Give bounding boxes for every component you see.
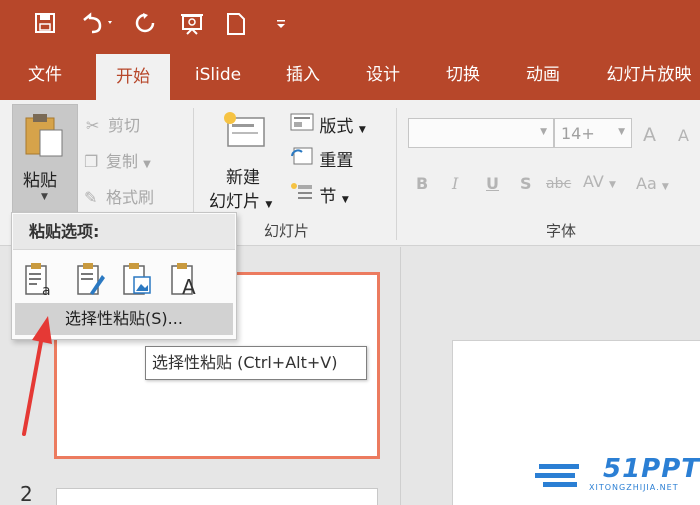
- new-slide-label[interactable]: 新建: [226, 163, 260, 188]
- section-button[interactable]: 节 ▼: [290, 182, 349, 207]
- layout-icon: [290, 113, 319, 137]
- new-slide-label-2-text: 幻灯片: [209, 192, 260, 212]
- tab-home[interactable]: 开始: [96, 54, 170, 100]
- chevron-down-icon: ▼: [618, 127, 625, 137]
- present-icon[interactable]: [178, 12, 206, 40]
- font-name-combo[interactable]: ▼: [408, 118, 554, 148]
- underline-button[interactable]: U: [486, 174, 499, 193]
- reset-label: 重置: [319, 151, 354, 171]
- tab-transitions[interactable]: 切换: [432, 52, 494, 100]
- italic-button[interactable]: I: [452, 174, 458, 193]
- watermark-text: 51PPT: [603, 454, 700, 484]
- cut-button[interactable]: ✂ 剪切: [86, 112, 140, 136]
- scissors-icon: ✂: [86, 116, 100, 135]
- new-slide-icon[interactable]: [222, 110, 268, 156]
- new-slide-label-2[interactable]: 幻灯片 ▼: [209, 187, 272, 212]
- svg-text:a: a: [42, 283, 51, 297]
- slide-thumbnail-2[interactable]: [56, 488, 378, 505]
- slide-number: 2: [20, 482, 33, 505]
- layout-label: 版式: [319, 117, 354, 137]
- paste-special-tooltip: 选择性粘贴 (Ctrl+Alt+V): [145, 346, 367, 380]
- bold-button[interactable]: B: [416, 174, 428, 193]
- annotation-arrow-icon: [18, 314, 58, 442]
- section-label: 节: [319, 187, 337, 207]
- ribbon-tabs: 文件 开始 iSlide 插入 设计 切换 动画 幻灯片放映: [0, 52, 700, 100]
- tab-slideshow[interactable]: 幻灯片放映: [598, 52, 700, 100]
- font-group-label: 字体: [546, 222, 577, 240]
- chevron-down-icon[interactable]: ▼: [41, 192, 48, 202]
- tab-animations[interactable]: 动画: [512, 52, 574, 100]
- char-spacing-button[interactable]: AV ▼: [583, 172, 616, 191]
- font-size-combo[interactable]: 14+ ▼: [554, 118, 632, 148]
- chevron-down-icon: ▼: [608, 180, 616, 190]
- paste-keep-source-format-icon[interactable]: [74, 261, 108, 297]
- paste-options-header: 粘贴选项:: [13, 214, 235, 250]
- tab-file[interactable]: 文件: [12, 52, 78, 100]
- layout-button[interactable]: 版式 ▼: [290, 112, 366, 137]
- paste-icon: [24, 112, 68, 164]
- reset-button[interactable]: 重置: [290, 146, 353, 171]
- change-case-label: Aa: [636, 174, 657, 193]
- tab-islide[interactable]: iSlide: [180, 52, 256, 100]
- copy-icon: ❐: [84, 152, 99, 171]
- char-spacing-label: AV: [583, 172, 604, 191]
- format-painter-label: 格式刷: [106, 188, 155, 207]
- chevron-down-icon: ▼: [540, 127, 547, 137]
- chevron-down-icon: ▼: [661, 182, 669, 192]
- svg-text:A: A: [182, 275, 196, 297]
- paste-use-destination-theme-icon[interactable]: a: [22, 261, 56, 299]
- tab-insert[interactable]: 插入: [272, 52, 334, 100]
- format-painter-button[interactable]: ✎ 格式刷: [84, 184, 154, 208]
- strikethrough-button[interactable]: abc: [546, 176, 571, 192]
- tab-design[interactable]: 设计: [352, 52, 414, 100]
- copy-label: 复制: [106, 152, 139, 171]
- paste-picture-icon[interactable]: [120, 261, 154, 297]
- paste-label: 粘贴: [23, 171, 57, 191]
- watermark-subtext: XITONGZHIJIA.NET: [589, 483, 679, 492]
- cut-label: 剪切: [108, 116, 141, 135]
- undo-icon[interactable]: [78, 12, 118, 40]
- change-case-button[interactable]: Aa ▼: [636, 174, 669, 193]
- save-icon[interactable]: [32, 12, 58, 40]
- paste-keep-text-only-icon[interactable]: A: [168, 261, 202, 299]
- chevron-down-icon: ▼: [143, 159, 151, 170]
- brush-icon: ✎: [84, 188, 98, 207]
- reset-icon: [290, 147, 319, 171]
- customize-icon[interactable]: [272, 12, 290, 40]
- new-file-icon[interactable]: [224, 12, 248, 40]
- section-icon: [290, 183, 319, 207]
- slides-group-label: 幻灯片: [264, 222, 310, 240]
- shrink-font-button[interactable]: A: [678, 126, 689, 145]
- group-separator: [396, 108, 397, 240]
- grow-font-button[interactable]: A: [643, 124, 656, 146]
- copy-button[interactable]: ❐ 复制 ▼: [84, 148, 151, 172]
- redo-icon[interactable]: [132, 12, 158, 40]
- chevron-down-icon: ▼: [358, 125, 366, 135]
- chevron-down-icon: ▼: [341, 195, 349, 205]
- font-size-value: 14+: [561, 124, 595, 143]
- chevron-down-icon: ▼: [265, 200, 273, 210]
- quick-access-toolbar: [0, 0, 700, 52]
- shadow-button[interactable]: S: [520, 174, 532, 193]
- pane-divider[interactable]: [400, 247, 401, 505]
